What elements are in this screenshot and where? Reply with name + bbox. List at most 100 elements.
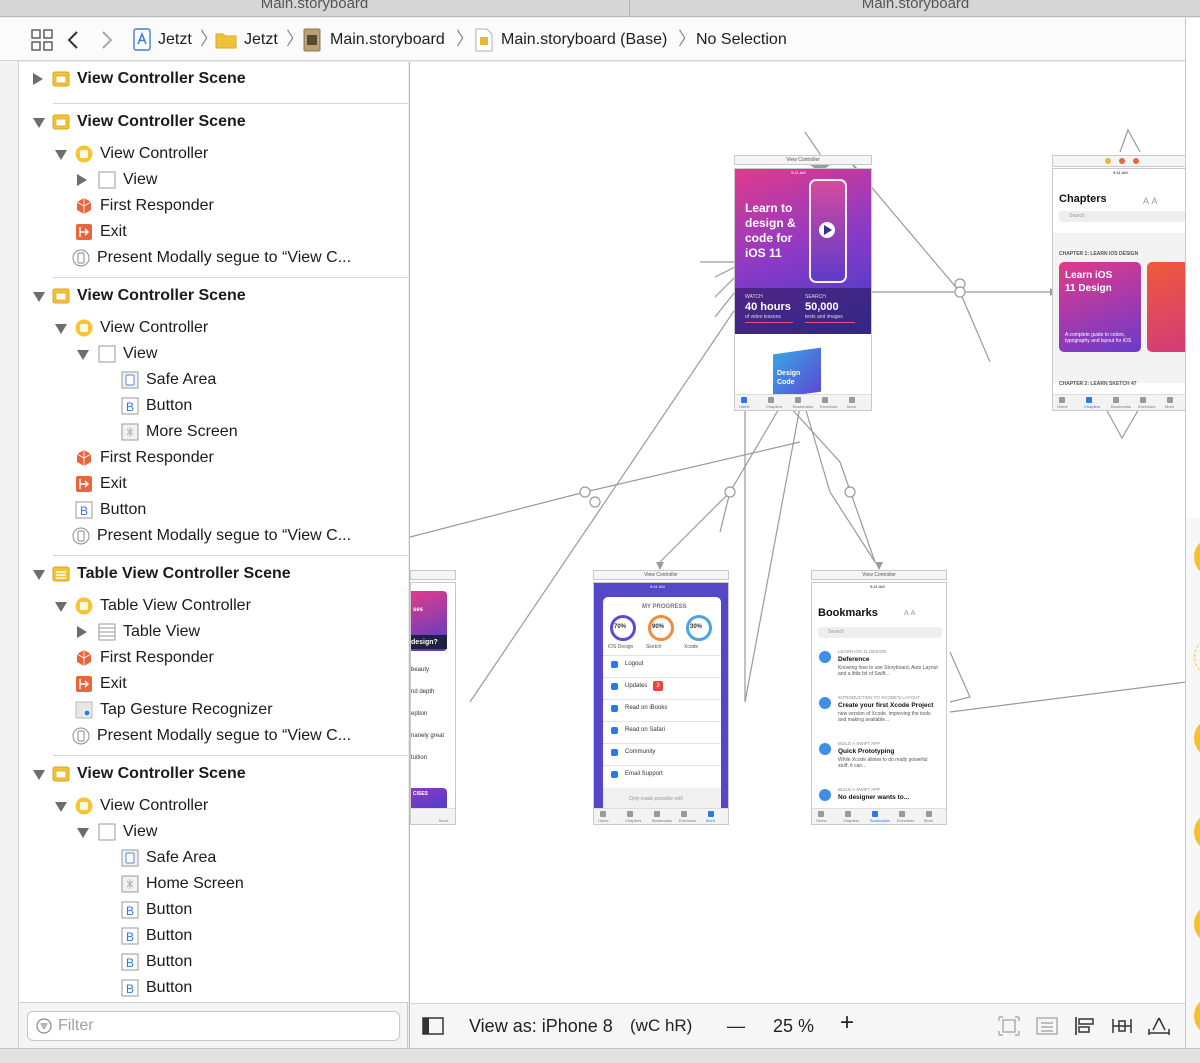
chapters-scene-dock[interactable] [1052, 155, 1185, 167]
outline-row[interactable]: First Responder [19, 193, 408, 219]
outline-row[interactable]: View Controller [19, 315, 408, 341]
zoom-out-button[interactable]: — [727, 1014, 745, 1038]
menu-item[interactable]: Logout [625, 661, 643, 667]
zoom-in-button[interactable]: + [840, 1011, 854, 1035]
mini-tab-item[interactable]: Bookmarks [870, 818, 890, 823]
mini-tab-item[interactable]: Home [1057, 404, 1068, 409]
bookmark-title[interactable]: Quick Prototyping [838, 748, 894, 755]
outline-row[interactable]: Exit [19, 219, 408, 245]
outline-row[interactable]: View [19, 341, 408, 367]
outline-row[interactable]: First Responder [19, 445, 408, 471]
outline-row[interactable]: B Button [19, 897, 408, 923]
mini-tab-item[interactable]: Exercises [897, 818, 914, 823]
breadcrumb-base[interactable]: Main.storyboard (Base) [501, 29, 667, 51]
toggle-outline-icon[interactable] [422, 1016, 444, 1036]
disclosure-expanded-icon[interactable] [77, 828, 89, 838]
disclosure-expanded-icon[interactable] [33, 570, 45, 580]
disclosure-expanded-icon[interactable] [33, 118, 45, 128]
tab-main-storyboard-left[interactable]: Main.storyboard [0, 0, 630, 17]
mini-tab-item[interactable]: Bookmarks [793, 404, 813, 409]
more-screen-frame[interactable]: 9:41 AM MY PROGRESS 70% iOS Design 90% Sket… [593, 582, 729, 825]
outline-row[interactable]: B Button [19, 393, 408, 419]
outline-row[interactable]: B Button [19, 975, 408, 1001]
add-constraints-icon[interactable] [1111, 1016, 1133, 1036]
tab-main-storyboard-right[interactable]: Main.storyboard [631, 0, 1200, 17]
breadcrumb-no-selection[interactable]: No Selection [696, 29, 787, 51]
mini-tab-item[interactable]: Chapters [843, 818, 859, 823]
outline-row[interactable]: View [19, 167, 408, 193]
bookmark-title[interactable]: No designer wants to... [838, 794, 909, 801]
mini-tab-item[interactable]: Home [816, 818, 827, 823]
disclosure-expanded-icon[interactable] [55, 802, 67, 812]
chapters-screen-frame[interactable]: 9:41 AM Chapters A A Search CHAPTER 1: L… [1052, 168, 1185, 411]
menu-item[interactable]: Read on Safari [625, 727, 665, 733]
filter-field[interactable] [27, 1011, 400, 1041]
outline-row[interactable]: Exit [19, 671, 408, 697]
outline-scene-row[interactable]: Table View Controller Scene [19, 561, 408, 587]
mini-tab-item[interactable]: Bookmarks [652, 818, 672, 823]
outline-row[interactable]: Safe Area [19, 845, 408, 871]
embed-in-stack-icon[interactable] [1036, 1016, 1058, 1036]
disclosure-expanded-icon[interactable] [55, 150, 67, 160]
menu-item[interactable]: Updates [625, 683, 647, 689]
breadcrumb-project[interactable]: Jetzt [158, 29, 192, 51]
outline-row[interactable]: B Button [19, 923, 408, 949]
outline-row[interactable]: Tap Gesture Recognizer [19, 697, 408, 723]
outline-row[interactable]: Present Modally segue to “View C... [19, 245, 408, 271]
update-frames-icon[interactable] [998, 1016, 1020, 1036]
outline-scene-row[interactable]: View Controller Scene [19, 761, 408, 787]
chapters-search[interactable]: Search [1059, 211, 1185, 222]
related-items-icon[interactable] [30, 28, 54, 52]
mini-tab-item[interactable]: Home [598, 818, 609, 823]
mini-tab-item[interactable]: More [924, 818, 933, 823]
outline-row[interactable]: View [19, 819, 408, 845]
view-as-label[interactable]: View as: iPhone 8 [469, 1014, 613, 1038]
disclosure-collapsed-icon[interactable] [33, 73, 43, 85]
storyboard-canvas[interactable]: View Controller 9:41 AM Learn to design … [409, 62, 1185, 1003]
disclosure-expanded-icon[interactable] [55, 602, 67, 612]
outline-row[interactable]: B Button [19, 949, 408, 975]
outline-row[interactable]: Present Modally segue to “View C... [19, 723, 408, 749]
play-button-icon[interactable] [819, 222, 835, 238]
outline-row[interactable]: Present Modally segue to “View C... [19, 523, 408, 549]
outline-scene-row[interactable]: View Controller Scene [19, 283, 408, 309]
disclosure-expanded-icon[interactable] [77, 350, 89, 360]
mini-tab-item[interactable]: Exercises [679, 818, 696, 823]
mini-tab-item[interactable]: Bookmarks [1111, 404, 1131, 409]
outline-row[interactable]: View Controller [19, 793, 408, 819]
disclosure-collapsed-icon[interactable] [77, 626, 87, 638]
bookmarks-scene-title[interactable]: View Controller [811, 570, 947, 580]
menu-item[interactable]: Community [625, 749, 655, 755]
bookmarks-search[interactable]: Search [818, 627, 942, 638]
disclosure-expanded-icon[interactable] [55, 324, 67, 334]
mini-tab-item[interactable]: Chapters [1084, 404, 1100, 409]
mini-tab-item[interactable]: Exercises [1138, 404, 1155, 409]
bookmark-title[interactable]: Create your first Xcode Project [838, 702, 933, 709]
partial-screen-frame[interactable]: ses design? beauty nd depth eption nanel… [410, 582, 456, 825]
breadcrumb-storyboard[interactable]: Main.storyboard [330, 29, 445, 51]
mini-tab-item[interactable]: More [847, 404, 856, 409]
resolve-issues-icon[interactable] [1148, 1016, 1170, 1036]
bookmark-title[interactable]: Deference [838, 656, 869, 663]
bookmarks-screen-frame[interactable]: 9:41 AM Bookmarks A A Search LEARN IOS 1… [811, 582, 947, 825]
breadcrumb-folder[interactable]: Jetzt [244, 29, 278, 51]
filter-input[interactable] [58, 1016, 388, 1036]
mini-tab-item[interactable]: More [706, 818, 715, 823]
mini-tab-item[interactable]: More [1165, 404, 1174, 409]
size-class-label[interactable]: (wC hR) [630, 1014, 692, 1038]
home-screen-frame[interactable]: 9:41 AM Learn to design & code for iOS 1… [734, 168, 872, 411]
disclosure-expanded-icon[interactable] [33, 292, 45, 302]
more-scene-title[interactable]: View Controller [593, 570, 729, 580]
align-icon[interactable] [1074, 1016, 1096, 1036]
outline-row[interactable]: B Button [19, 497, 408, 523]
back-chevron-icon[interactable] [62, 28, 86, 52]
home-scene-title[interactable]: View Controller [734, 155, 872, 165]
mini-tab-item[interactable]: Home [739, 404, 750, 409]
outline-row[interactable]: First Responder [19, 645, 408, 671]
outline-scene-row[interactable]: View Controller Scene [19, 66, 408, 92]
outline-scene-row[interactable]: View Controller Scene [19, 109, 408, 135]
mini-tab-item[interactable]: Exercises [820, 404, 837, 409]
outline-row[interactable]: Exit [19, 471, 408, 497]
outline-row[interactable]: Safe Area [19, 367, 408, 393]
disclosure-expanded-icon[interactable] [33, 770, 45, 780]
